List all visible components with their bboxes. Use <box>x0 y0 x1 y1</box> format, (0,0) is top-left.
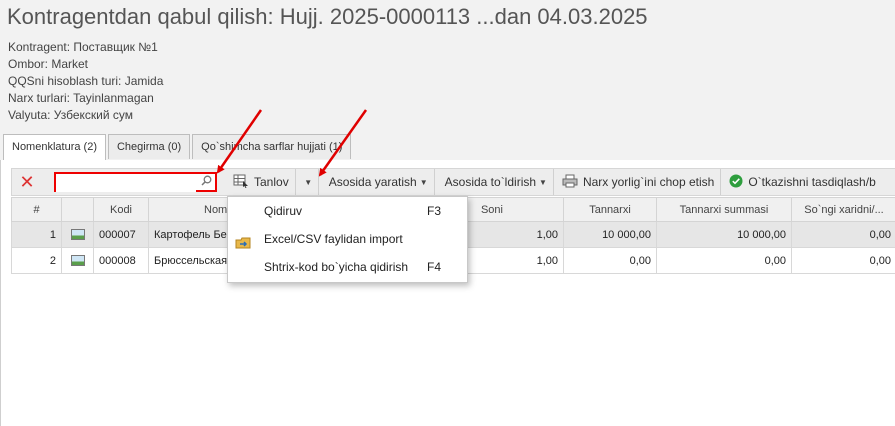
menu-item-barcode-search[interactable]: Shtrix-kod bo`yicha qidirish F4 <box>228 253 467 281</box>
tab-bar: Nomenklatura (2) Chegirma (0) Qo`shimcha… <box>0 134 353 160</box>
col-header-index[interactable]: # <box>11 197 62 222</box>
asosida-toldirish-button[interactable]: Asosida to`ldirish ▼ <box>435 169 554 195</box>
close-icon: ✕ <box>19 171 35 192</box>
menu-item-search[interactable]: Qidiruv F3 <box>228 197 467 225</box>
printer-icon <box>562 174 578 191</box>
info-vat-type: QQSni hisoblash turi: Jamida <box>8 74 164 88</box>
tanlov-button[interactable]: Tanlov <box>227 169 295 195</box>
menu-item-label: Shtrix-kod bo`yicha qidirish <box>264 260 409 274</box>
col-header-cost-sum[interactable]: Tannarxi summasi <box>656 197 792 222</box>
menu-item-excel-import[interactable]: Excel/CSV faylidan import <box>228 225 467 253</box>
grid-toolbar: ✕ Tanlov ▼ Asosida yaratish ▼ Asosida to… <box>11 168 895 196</box>
image-icon <box>70 255 85 267</box>
search-icon[interactable] <box>201 175 212 189</box>
row-index: 1 <box>11 221 62 248</box>
tanlov-label: Tanlov <box>254 175 289 189</box>
row-cost: 0,00 <box>563 247 657 274</box>
row-code: 000008 <box>93 247 149 274</box>
menu-item-shortcut: F4 <box>426 260 441 274</box>
page-title: Kontragentdan qabul qilish: Hujj. 2025-0… <box>7 4 648 29</box>
select-grid-icon <box>233 174 249 191</box>
tanlov-dropdown-menu: Qidiruv F3 Excel/CSV faylidan import Sht… <box>227 196 468 283</box>
asosida-yaratish-label: Asosida yaratish <box>328 175 417 189</box>
row-image-cell[interactable] <box>61 247 94 274</box>
info-counterparty: Kontragent: Поставщик №1 <box>8 40 158 54</box>
confirm-label: O`tkazishni tasdiqlash/b <box>748 175 876 189</box>
col-header-code[interactable]: Kodi <box>93 197 149 222</box>
menu-item-label: Qidiruv <box>264 204 303 218</box>
col-header-cost[interactable]: Tannarxi <box>563 197 657 222</box>
col-header-name[interactable]: Nomi <box>148 197 229 222</box>
chevron-down-icon: ▼ <box>539 177 547 187</box>
chevron-down-icon: ▼ <box>304 177 313 187</box>
info-price-types: Narx turlari: Tayinlanmagan <box>8 91 154 105</box>
row-code: 000007 <box>93 221 149 248</box>
row-cost: 10 000,00 <box>563 221 657 248</box>
row-image-cell[interactable] <box>61 221 94 248</box>
chevron-down-icon: ▼ <box>419 177 428 187</box>
tanlov-dropdown-button[interactable]: ▼ <box>294 169 319 195</box>
row-last-purchase: 0,00 <box>791 247 895 274</box>
confirm-posting-button[interactable]: O`tkazishni tasdiqlash/b <box>721 169 881 195</box>
print-price-label-button[interactable]: Narx yorlig`ini chop etish <box>554 169 722 195</box>
info-warehouse: Ombor: Market <box>8 57 89 71</box>
search-box[interactable] <box>54 172 217 192</box>
col-header-last-purchase[interactable]: So`ngi xaridni/... <box>791 197 895 222</box>
row-cost-sum: 0,00 <box>656 247 792 274</box>
row-index: 2 <box>11 247 62 274</box>
menu-item-label: Excel/CSV faylidan import <box>264 232 403 246</box>
menu-item-shortcut: F3 <box>426 204 441 218</box>
row-last-purchase: 0,00 <box>791 221 895 248</box>
info-currency: Valyuta: Узбекский сум <box>8 108 134 122</box>
image-icon <box>70 229 85 241</box>
row-name: Картофель Бе <box>148 221 229 248</box>
row-cost-sum: 10 000,00 <box>656 221 792 248</box>
tab-nomenklatura[interactable]: Nomenklatura (2) <box>3 134 106 160</box>
print-label: Narx yorlig`ini chop etish <box>582 175 715 189</box>
tab-chegirma[interactable]: Chegirma (0) <box>107 134 191 159</box>
tab-extra-expenses[interactable]: Qo`shimcha sarflar hujjati (1) <box>192 134 352 159</box>
asosida-toldirish-label: Asosida to`ldirish <box>444 175 537 189</box>
check-circle-icon <box>729 174 743 191</box>
asosida-yaratish-button[interactable]: Asosida yaratish ▼ <box>319 169 435 195</box>
search-input[interactable] <box>56 176 196 192</box>
row-name: Брюссельская <box>148 247 229 274</box>
clear-button[interactable]: ✕ <box>12 169 42 195</box>
col-header-image[interactable] <box>61 197 94 222</box>
